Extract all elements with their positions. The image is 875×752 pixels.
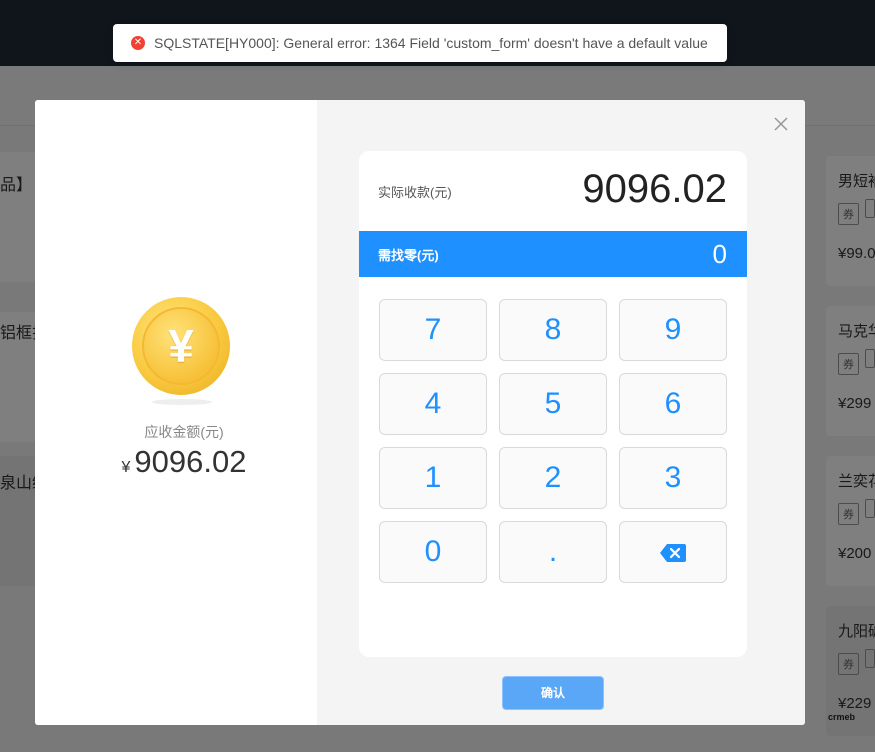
key-9[interactable]: 9 — [619, 299, 727, 361]
key-8[interactable]: 8 — [499, 299, 607, 361]
receivable-panel: ¥ 应收金额(元) ¥9096.02 — [35, 100, 317, 725]
received-row: 实际收款(元) 9096.02 — [359, 151, 747, 231]
yuan-coin-icon: ¥ — [132, 297, 232, 407]
receivable-amount-value: 9096.02 — [134, 444, 247, 479]
key-2[interactable]: 2 — [499, 447, 607, 509]
key-3[interactable]: 3 — [619, 447, 727, 509]
error-toast: ✕ SQLSTATE[HY000]: General error: 1364 F… — [113, 24, 727, 62]
change-row: 需找零(元) 0 — [359, 231, 747, 277]
key-decimal[interactable]: . — [499, 521, 607, 583]
key-0[interactable]: 0 — [379, 521, 487, 583]
receivable-amount: ¥9096.02 — [35, 444, 333, 480]
error-circle-icon: ✕ — [131, 36, 145, 50]
key-1[interactable]: 1 — [379, 447, 487, 509]
key-7[interactable]: 7 — [379, 299, 487, 361]
backspace-key[interactable] — [619, 521, 727, 583]
keypad-panel: 实际收款(元) 9096.02 需找零(元) 0 7 8 9 4 5 6 1 2… — [317, 100, 805, 725]
backspace-icon — [660, 544, 686, 563]
change-amount: 0 — [712, 239, 727, 269]
change-label: 需找零(元) — [378, 248, 439, 263]
key-6[interactable]: 6 — [619, 373, 727, 435]
key-5[interactable]: 5 — [499, 373, 607, 435]
watermark: crmeb — [828, 712, 856, 722]
payment-keypad-card: 实际收款(元) 9096.02 需找零(元) 0 7 8 9 4 5 6 1 2… — [359, 151, 747, 657]
confirm-button[interactable]: 确认 — [502, 676, 604, 710]
currency-symbol: ¥ — [121, 459, 131, 476]
toast-message: SQLSTATE[HY000]: General error: 1364 Fie… — [154, 35, 708, 51]
receivable-label: 应收金额(元) — [144, 424, 224, 440]
key-4[interactable]: 4 — [379, 373, 487, 435]
close-icon[interactable] — [773, 116, 789, 132]
payment-modal: ¥ 应收金额(元) ¥9096.02 实际收款(元) 9096.02 需找零(元… — [35, 100, 805, 725]
received-amount[interactable]: 9096.02 — [582, 167, 727, 212]
received-label: 实际收款(元) — [378, 185, 452, 200]
